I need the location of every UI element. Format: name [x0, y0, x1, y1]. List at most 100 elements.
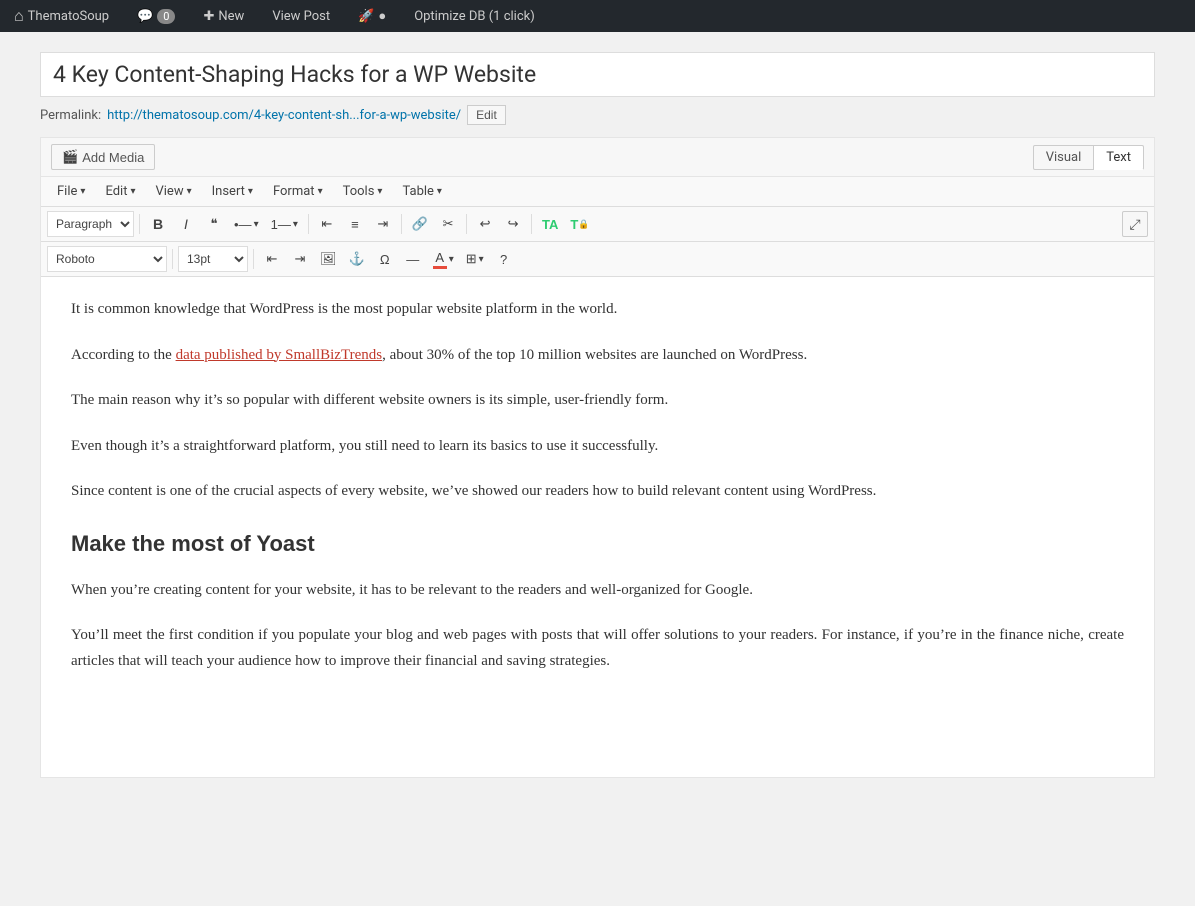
- typography-button[interactable]: TA: [537, 211, 563, 237]
- table-insert-button[interactable]: ⊞: [461, 246, 489, 272]
- unlink-button[interactable]: ✂: [435, 211, 461, 237]
- menu-table-arrow: ▾: [437, 186, 442, 197]
- content-h2: Make the most of Yoast: [71, 525, 1124, 562]
- plus-icon: ✚: [203, 9, 214, 24]
- post-title-input[interactable]: [40, 52, 1155, 97]
- menu-table[interactable]: Table ▾: [392, 179, 452, 204]
- adminbar-view-post[interactable]: View Post: [266, 0, 336, 32]
- adminbar-rocket[interactable]: 🚀 ●: [352, 0, 392, 32]
- menu-tools-label: Tools: [343, 184, 375, 199]
- special-char-button[interactable]: Ω: [372, 246, 398, 272]
- toolbar-row-2: Roboto 13pt ⇤ ⇥ 🖼 ⚓ Ω — A ⊞ ?: [41, 242, 1154, 277]
- adminbar-site-name: ThematoSoup: [28, 9, 109, 24]
- editor-topbar: 🎬 Add Media Visual Text: [41, 138, 1154, 177]
- toolbar-sep-2: [308, 214, 309, 234]
- wordpress-icon: ⌂: [14, 6, 24, 26]
- menu-file-label: File: [57, 184, 77, 199]
- content-p6: When you’re creating content for your we…: [71, 578, 1124, 604]
- adminbar-optimize[interactable]: Optimize DB (1 click): [408, 0, 541, 32]
- align-center-button[interactable]: ≡: [342, 211, 368, 237]
- unordered-list-button[interactable]: •—: [229, 211, 264, 237]
- toolbar-sep-1: [139, 214, 140, 234]
- permalink-url[interactable]: http://thematosoup.com/4-key-content-sh.…: [107, 108, 461, 123]
- admin-wrap: Permalink: http://thematosoup.com/4-key-…: [0, 32, 1195, 798]
- adminbar-view-post-label: View Post: [272, 9, 330, 24]
- toolbar-sep-5: [531, 214, 532, 234]
- outdent-button[interactable]: ⇤: [259, 246, 285, 272]
- blockquote-button[interactable]: ❝: [201, 211, 227, 237]
- content-p2: According to the data published by Small…: [71, 343, 1124, 369]
- toolbar-row-1: Paragraph B I ❝ •— 1— ⇤ ≡ ⇥ 🔗 ✂ ↩ ↪ TA T…: [41, 207, 1154, 242]
- tab-text[interactable]: Text: [1094, 145, 1144, 170]
- editor-content[interactable]: It is common knowledge that WordPress is…: [41, 277, 1154, 777]
- image-button[interactable]: 🖼: [315, 246, 342, 272]
- content-p2-before: According to the: [71, 347, 176, 363]
- adminbar-new-label: New: [218, 9, 244, 24]
- adminbar-comments[interactable]: 💬 0: [131, 0, 181, 32]
- menu-format[interactable]: Format ▾: [263, 179, 333, 204]
- toolbar-sep-7: [253, 249, 254, 269]
- permalink-row: Permalink: http://thematosoup.com/4-key-…: [40, 105, 1155, 125]
- toolbar-sep-4: [466, 214, 467, 234]
- content-p7: You’ll meet the first condition if you p…: [71, 623, 1124, 674]
- content-p3: The main reason why it’s so popular with…: [71, 388, 1124, 414]
- menu-insert-arrow: ▾: [248, 186, 253, 197]
- align-right-button[interactable]: ⇥: [370, 211, 396, 237]
- ordered-list-button[interactable]: 1—: [266, 211, 303, 237]
- help-button[interactable]: ?: [491, 246, 517, 272]
- menu-view[interactable]: View ▾: [145, 179, 201, 204]
- link-button[interactable]: 🔗: [407, 211, 433, 237]
- menu-file-arrow: ▾: [80, 186, 85, 197]
- hr-button[interactable]: —: [400, 246, 426, 272]
- italic-button[interactable]: I: [173, 211, 199, 237]
- menu-edit-label: Edit: [105, 184, 127, 199]
- menu-file[interactable]: File ▾: [47, 179, 95, 204]
- rocket-icon: 🚀: [358, 9, 374, 24]
- indent-button[interactable]: ⇥: [287, 246, 313, 272]
- menu-edit-arrow: ▾: [130, 186, 135, 197]
- menu-insert[interactable]: Insert ▾: [202, 179, 263, 204]
- toolbar-sep-3: [401, 214, 402, 234]
- adminbar-site[interactable]: ⌂ ThematoSoup: [8, 0, 115, 32]
- font-color-button[interactable]: A: [428, 246, 459, 272]
- font-family-select[interactable]: Roboto: [47, 246, 167, 272]
- toolbar-sep-6: [172, 249, 173, 269]
- add-media-button[interactable]: 🎬 Add Media: [51, 144, 155, 170]
- font-size-select[interactable]: 13pt: [178, 246, 248, 272]
- optimize-indicator: ●: [378, 8, 386, 24]
- menu-edit[interactable]: Edit ▾: [95, 179, 145, 204]
- admin-bar: ⌂ ThematoSoup 💬 0 ✚ New View Post 🚀 ● Op…: [0, 0, 1195, 32]
- content-p1: It is common knowledge that WordPress is…: [71, 297, 1124, 323]
- visual-text-tabs: Visual Text: [1033, 145, 1144, 170]
- editor-container: 🎬 Add Media Visual Text File ▾ Edit ▾ Vi…: [40, 137, 1155, 778]
- menu-format-arrow: ▾: [318, 186, 323, 197]
- tab-visual[interactable]: Visual: [1033, 145, 1095, 170]
- content-p4: Even though it’s a straightforward platf…: [71, 434, 1124, 460]
- adminbar-new[interactable]: ✚ New: [197, 0, 250, 32]
- comment-icon: 💬: [137, 9, 153, 24]
- menu-view-label: View: [155, 184, 183, 199]
- menu-tools[interactable]: Tools ▾: [333, 179, 393, 204]
- add-media-icon: 🎬: [62, 149, 78, 165]
- content-p2-after: , about 30% of the top 10 million websit…: [382, 347, 807, 363]
- menu-view-arrow: ▾: [187, 186, 192, 197]
- paragraph-select[interactable]: Paragraph: [47, 211, 134, 237]
- adminbar-optimize-label: Optimize DB (1 click): [414, 9, 535, 24]
- menu-insert-label: Insert: [212, 184, 245, 199]
- menu-table-label: Table: [402, 184, 433, 199]
- permalink-label: Permalink:: [40, 108, 101, 123]
- redo-button[interactable]: ↪: [500, 211, 526, 237]
- add-media-label: Add Media: [82, 150, 144, 165]
- font-color-icon: A: [433, 250, 447, 269]
- fullscreen-button[interactable]: ⤢: [1122, 211, 1148, 237]
- comments-count: 0: [157, 9, 175, 24]
- undo-button[interactable]: ↩: [472, 211, 498, 237]
- menu-format-label: Format: [273, 184, 315, 199]
- permalink-edit-button[interactable]: Edit: [467, 105, 506, 125]
- typography-lock-button[interactable]: T🔒: [565, 211, 594, 237]
- bold-button[interactable]: B: [145, 211, 171, 237]
- anchor-button[interactable]: ⚓: [344, 246, 370, 272]
- content-p5: Since content is one of the crucial aspe…: [71, 479, 1124, 505]
- align-left-button[interactable]: ⇤: [314, 211, 340, 237]
- content-p2-link[interactable]: data published by SmallBizTrends: [176, 347, 383, 363]
